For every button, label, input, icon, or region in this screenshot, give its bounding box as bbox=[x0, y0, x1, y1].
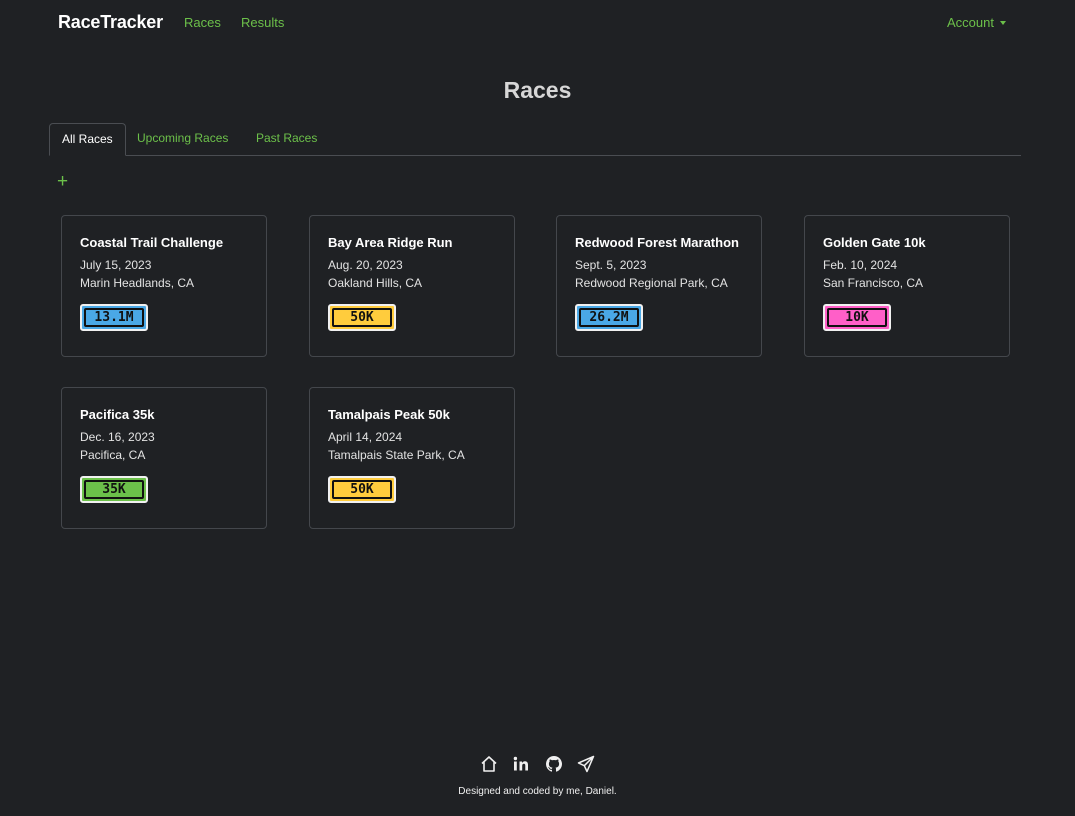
tab-upcoming-races[interactable]: Upcoming Races bbox=[125, 123, 240, 156]
race-name: Golden Gate 10k bbox=[823, 235, 926, 250]
nav-link-results[interactable]: Results bbox=[241, 15, 284, 30]
race-location: Marin Headlands, CA bbox=[80, 276, 195, 290]
nav-link-races[interactable]: Races bbox=[184, 15, 221, 30]
send-icon[interactable] bbox=[576, 754, 596, 774]
race-card[interactable]: Coastal Trail Challenge July 15, 2023 Ma… bbox=[61, 215, 267, 357]
add-race-button[interactable]: + bbox=[57, 172, 68, 192]
race-name: Coastal Trail Challenge bbox=[80, 235, 224, 250]
account-label: Account bbox=[947, 15, 994, 30]
navbar: RaceTracker Races Results Account bbox=[0, 0, 1075, 46]
distance-badge: 26.2M bbox=[575, 304, 643, 331]
distance-badge: 50K bbox=[328, 476, 396, 503]
distance-badge: 35K bbox=[80, 476, 148, 503]
race-location: Oakland Hills, CA bbox=[328, 276, 423, 290]
race-name: Tamalpais Peak 50k bbox=[328, 407, 450, 422]
home-icon[interactable] bbox=[479, 754, 499, 774]
distance-badge-label: 10K bbox=[827, 308, 887, 327]
github-icon[interactable] bbox=[544, 754, 564, 774]
race-card[interactable]: Pacifica 35k Dec. 16, 2023 Pacifica, CA … bbox=[61, 387, 267, 529]
footer-icons bbox=[0, 754, 1075, 774]
race-card[interactable]: Redwood Forest Marathon Sept. 5, 2023 Re… bbox=[556, 215, 762, 357]
brand-logo[interactable]: RaceTracker bbox=[58, 12, 163, 33]
race-date: Sept. 5, 2023 bbox=[575, 258, 647, 272]
race-location: Pacifica, CA bbox=[80, 448, 146, 462]
page-title: Races bbox=[503, 77, 572, 103]
footer-credit: Designed and coded by me, Daniel. bbox=[458, 786, 617, 797]
race-location: Tamalpais State Park, CA bbox=[328, 448, 465, 462]
account-dropdown[interactable]: Account bbox=[947, 15, 1006, 30]
tab-all-races[interactable]: All Races bbox=[49, 123, 126, 156]
race-card[interactable]: Tamalpais Peak 50k April 14, 2024 Tamalp… bbox=[309, 387, 515, 529]
distance-badge-label: 13.1M bbox=[84, 308, 144, 327]
race-name: Redwood Forest Marathon bbox=[575, 235, 739, 250]
caret-down-icon bbox=[1000, 21, 1006, 25]
race-name: Pacifica 35k bbox=[80, 407, 155, 422]
race-date: Dec. 16, 2023 bbox=[80, 430, 155, 444]
distance-badge: 13.1M bbox=[80, 304, 148, 331]
race-date: Feb. 10, 2024 bbox=[823, 258, 898, 272]
distance-badge-label: 26.2M bbox=[579, 308, 639, 327]
race-card[interactable]: Bay Area Ridge Run Aug. 20, 2023 Oakland… bbox=[309, 215, 515, 357]
race-name: Bay Area Ridge Run bbox=[328, 235, 453, 250]
distance-badge: 50K bbox=[328, 304, 396, 331]
distance-badge-label: 50K bbox=[332, 308, 392, 327]
race-tabs: All Races Upcoming Races Past Races bbox=[49, 123, 1021, 156]
distance-badge-label: 50K bbox=[332, 480, 392, 499]
race-location: Redwood Regional Park, CA bbox=[575, 276, 728, 290]
race-date: July 15, 2023 bbox=[80, 258, 152, 272]
distance-badge: 10K bbox=[823, 304, 891, 331]
distance-badge-label: 35K bbox=[84, 480, 144, 499]
race-location: San Francisco, CA bbox=[823, 276, 924, 290]
tab-past-races[interactable]: Past Races bbox=[244, 123, 329, 156]
race-date: Aug. 20, 2023 bbox=[328, 258, 403, 272]
race-card[interactable]: Golden Gate 10k Feb. 10, 2024 San Franci… bbox=[804, 215, 1010, 357]
race-date: April 14, 2024 bbox=[328, 430, 403, 444]
linkedin-icon[interactable] bbox=[511, 754, 531, 774]
